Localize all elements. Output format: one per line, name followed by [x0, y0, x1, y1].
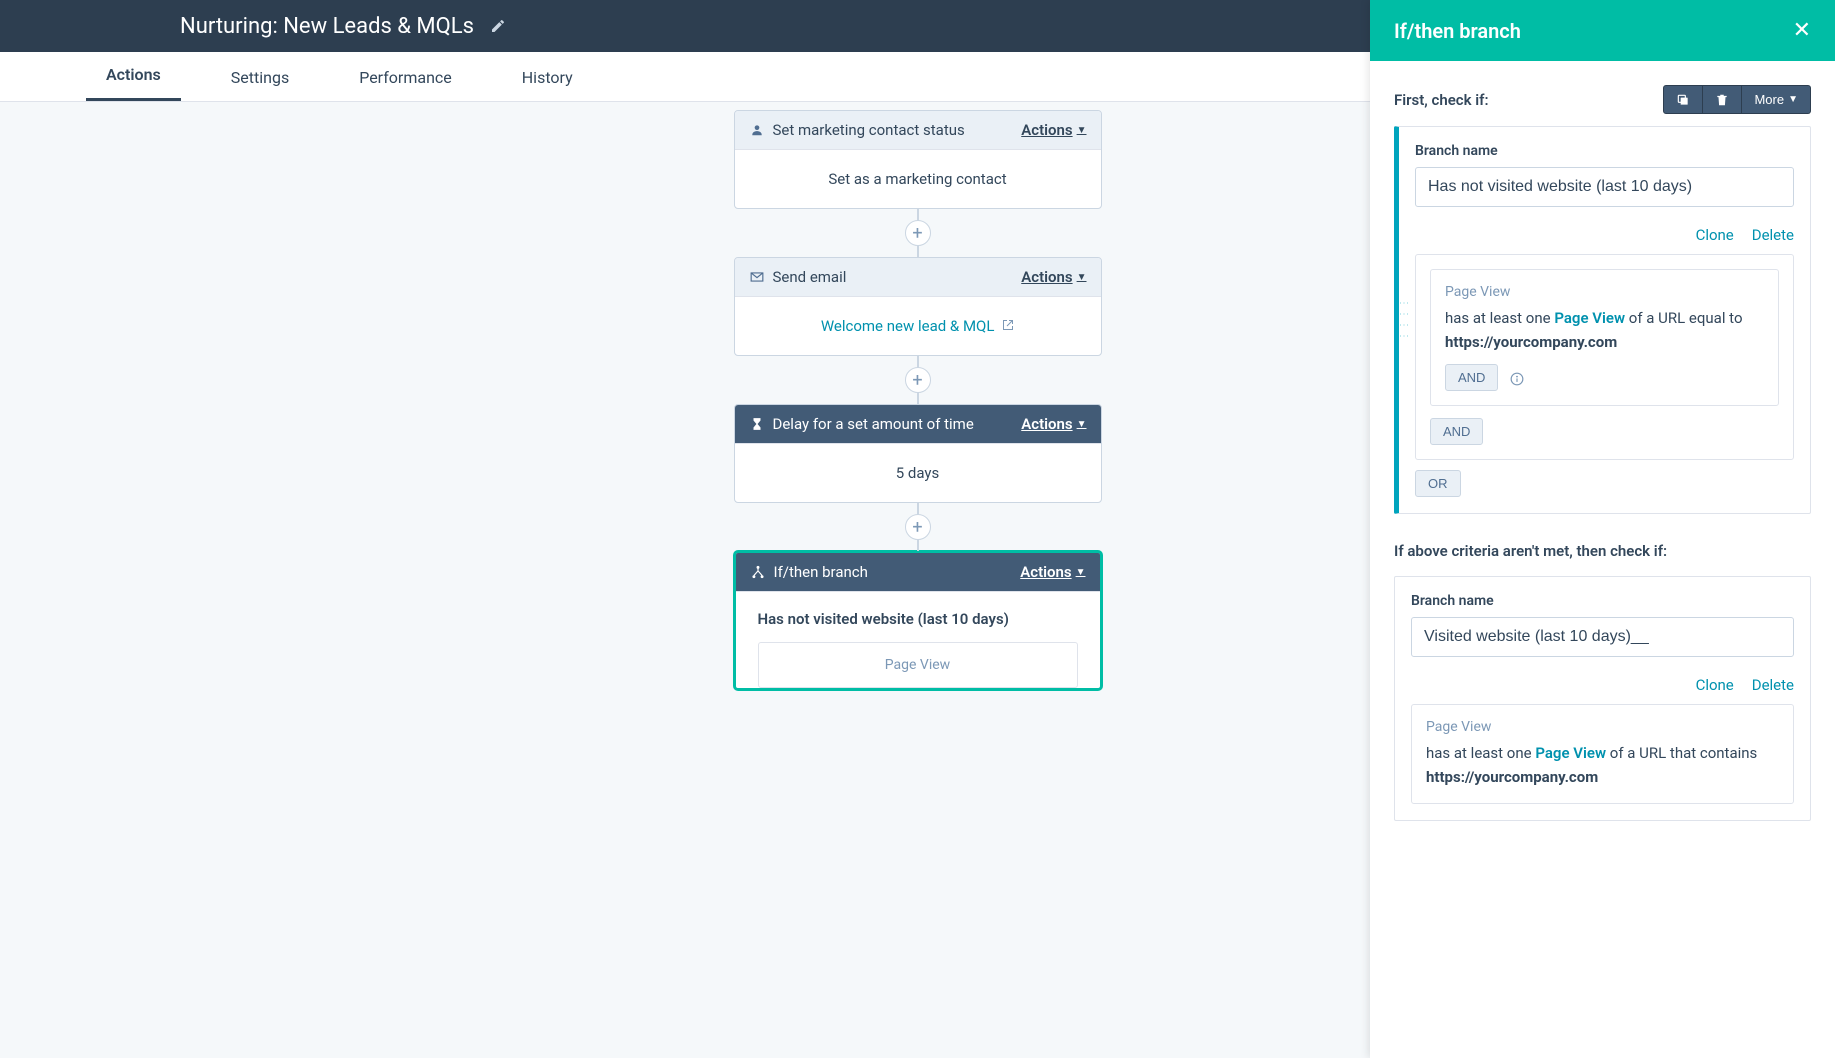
person-icon — [749, 122, 765, 138]
chevron-down-icon: ▼ — [1788, 94, 1798, 105]
hourglass-icon — [749, 416, 765, 432]
criteria-desc: has at least one Page View of a URL that… — [1426, 741, 1779, 789]
branch-name: Has not visited website (last 10 days) — [758, 610, 1078, 628]
add-step-button[interactable]: + — [905, 514, 931, 540]
panel-header: If/then branch ✕ — [1370, 0, 1835, 61]
tab-settings[interactable]: Settings — [211, 54, 309, 101]
card-actions-menu[interactable]: Actions▼ — [1021, 415, 1086, 433]
panel-title: If/then branch — [1394, 19, 1521, 43]
connector: + — [917, 209, 919, 257]
branch-icon — [750, 564, 766, 580]
card-title: Set marketing contact status — [773, 121, 965, 139]
else-check-label: If above criteria aren't met, then check… — [1394, 542, 1811, 560]
card-header: Delay for a set amount of time Actions▼ — [735, 405, 1101, 444]
and-button[interactable]: AND — [1445, 364, 1498, 391]
panel-toolbar: More ▼ — [1663, 85, 1811, 114]
tab-actions[interactable]: Actions — [86, 51, 181, 101]
card-body: Welcome new lead & MQL — [735, 297, 1101, 355]
criteria-type: Page View — [1426, 719, 1779, 735]
rule-preview: Page View — [758, 642, 1078, 688]
card-actions-menu[interactable]: Actions▼ — [1021, 121, 1086, 139]
card-send-email[interactable]: Send email Actions▼ Welcome new lead & M… — [734, 257, 1102, 356]
delete-link[interactable]: Delete — [1752, 676, 1794, 694]
criteria-rule[interactable]: Page View has at least one Page View of … — [1430, 269, 1779, 406]
add-step-button[interactable]: + — [905, 367, 931, 393]
connector: + — [917, 356, 919, 404]
external-link-icon — [1002, 317, 1014, 335]
card-header: Set marketing contact status Actions▼ — [735, 111, 1101, 150]
card-title: If/then branch — [774, 563, 868, 581]
card-header: Send email Actions▼ — [735, 258, 1101, 297]
copy-button[interactable] — [1663, 85, 1703, 114]
card-delay[interactable]: Delay for a set amount of time Actions▼ … — [734, 404, 1102, 503]
clone-link[interactable]: Clone — [1696, 226, 1734, 244]
and-group-button[interactable]: AND — [1430, 418, 1483, 445]
branch-name-input[interactable] — [1411, 617, 1794, 657]
connector: + — [917, 503, 919, 551]
drag-handle-icon[interactable]: ⋮⋮⋮⋮ — [1399, 298, 1409, 342]
branch-editor-1: ⋮⋮⋮⋮ Branch name Clone Delete Page View … — [1394, 126, 1811, 514]
criteria-group: Page View has at least one Page View of … — [1411, 704, 1794, 804]
chevron-down-icon: ▼ — [1077, 125, 1087, 136]
side-panel: If/then branch ✕ First, check if: More ▼… — [1370, 0, 1835, 1058]
card-actions-menu[interactable]: Actions▼ — [1020, 563, 1085, 581]
card-title: Delay for a set amount of time — [773, 415, 974, 433]
add-step-button[interactable]: + — [905, 220, 931, 246]
or-button[interactable]: OR — [1415, 470, 1461, 497]
email-link[interactable]: Welcome new lead & MQL — [821, 317, 995, 335]
delete-link[interactable]: Delete — [1752, 226, 1794, 244]
branch-name-label: Branch name — [1411, 593, 1794, 609]
workflow-title: Nurturing: New Leads & MQLs — [180, 14, 474, 39]
envelope-icon — [749, 269, 765, 285]
delete-button[interactable] — [1703, 85, 1742, 114]
card-set-contact-status[interactable]: Set marketing contact status Actions▼ Se… — [734, 110, 1102, 209]
chevron-down-icon: ▼ — [1077, 419, 1087, 430]
card-title: Send email — [773, 268, 847, 286]
chevron-down-icon: ▼ — [1077, 272, 1087, 283]
card-body: 5 days — [735, 444, 1101, 502]
first-check-label: First, check if: — [1394, 91, 1489, 109]
card-header: If/then branch Actions▼ — [736, 553, 1100, 592]
edit-title-icon[interactable] — [490, 18, 506, 34]
tab-history[interactable]: History — [502, 54, 593, 101]
panel-body: First, check if: More ▼ ⋮⋮⋮⋮ Branch name… — [1370, 61, 1835, 1058]
criteria-rule[interactable]: Page View has at least one Page View of … — [1426, 719, 1779, 789]
card-body: Has not visited website (last 10 days) P… — [736, 592, 1100, 688]
clone-link[interactable]: Clone — [1696, 676, 1734, 694]
info-icon[interactable] — [1510, 371, 1524, 386]
criteria-desc: has at least one Page View of a URL equa… — [1445, 306, 1764, 354]
criteria-type: Page View — [1445, 284, 1764, 300]
more-button[interactable]: More ▼ — [1742, 85, 1811, 114]
branch-name-label: Branch name — [1415, 143, 1794, 159]
close-icon[interactable]: ✕ — [1793, 18, 1811, 43]
criteria-group: Page View has at least one Page View of … — [1415, 254, 1794, 460]
tab-performance[interactable]: Performance — [339, 54, 472, 101]
branch-name-input[interactable] — [1415, 167, 1794, 207]
chevron-down-icon: ▼ — [1076, 567, 1086, 578]
card-actions-menu[interactable]: Actions▼ — [1021, 268, 1086, 286]
branch-editor-2: Branch name Clone Delete Page View has a… — [1394, 576, 1811, 821]
card-if-then-branch[interactable]: If/then branch Actions▼ Has not visited … — [734, 551, 1102, 690]
card-body: Set as a marketing contact — [735, 150, 1101, 208]
